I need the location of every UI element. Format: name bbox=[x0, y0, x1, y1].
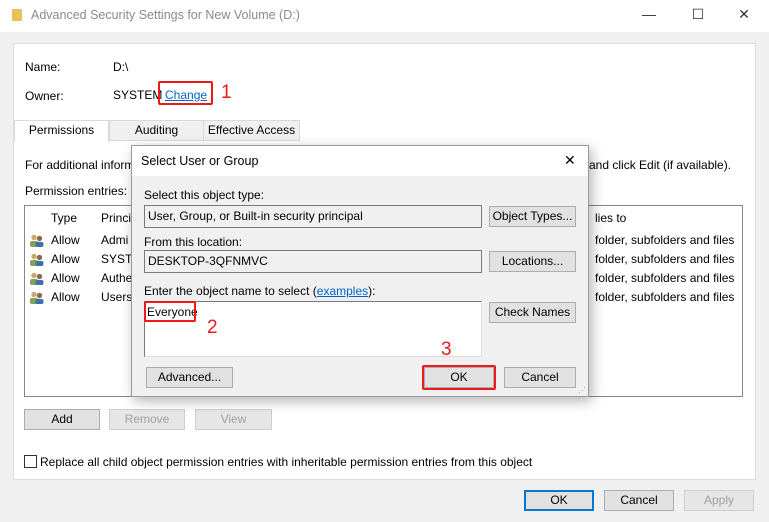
permission-entries-label: Permission entries: bbox=[25, 184, 128, 198]
remove-button[interactable]: Remove bbox=[109, 409, 185, 430]
description-text: For additional inform bbox=[25, 158, 135, 172]
name-label: Name: bbox=[25, 60, 61, 74]
object-name-label: Enter the object name to select (example… bbox=[144, 284, 376, 298]
location-field: DESKTOP-3QFNMVC bbox=[144, 250, 482, 273]
step-number-3: 3 bbox=[441, 339, 452, 360]
check-names-button[interactable]: Check Names bbox=[489, 302, 576, 323]
minimize-button[interactable]: — bbox=[634, 6, 664, 22]
close-button[interactable]: ✕ bbox=[729, 6, 759, 23]
resize-grip-icon[interactable]: ⋰ bbox=[578, 386, 586, 395]
users-icon bbox=[30, 234, 44, 247]
tab-auditing[interactable]: Auditing bbox=[109, 120, 204, 141]
apply-button[interactable]: Apply bbox=[684, 490, 754, 511]
highlight-box-2 bbox=[144, 301, 196, 322]
location-label: From this location: bbox=[144, 235, 243, 249]
tab-permissions[interactable]: Permissions bbox=[14, 120, 109, 142]
dialog-cancel-button[interactable]: Cancel bbox=[504, 367, 576, 388]
object-types-button[interactable]: Object Types... bbox=[489, 206, 576, 227]
tab-effective-access[interactable]: Effective Access bbox=[203, 120, 300, 141]
replace-child-permissions-checkbox[interactable] bbox=[24, 455, 37, 468]
title-bar: Advanced Security Settings for New Volum… bbox=[0, 0, 769, 32]
users-icon bbox=[30, 291, 44, 304]
locations-button[interactable]: Locations... bbox=[489, 251, 576, 272]
highlight-box-3 bbox=[422, 365, 496, 390]
maximize-button[interactable]: ☐ bbox=[683, 6, 713, 23]
ok-button[interactable]: OK bbox=[524, 490, 594, 511]
column-header-applies-to[interactable]: lies to bbox=[595, 209, 626, 228]
examples-link[interactable]: examples bbox=[317, 284, 368, 298]
owner-value: SYSTEM bbox=[113, 88, 163, 102]
column-header-type[interactable]: Type bbox=[51, 209, 77, 228]
window-title: Advanced Security Settings for New Volum… bbox=[31, 8, 300, 22]
dialog-title-bar: Select User or Group ✕ bbox=[132, 146, 588, 176]
view-button[interactable]: View bbox=[195, 409, 272, 430]
column-header-principal[interactable]: Princi bbox=[101, 209, 131, 228]
object-type-field: User, Group, or Built-in security princi… bbox=[144, 205, 482, 228]
dialog-title: Select User or Group bbox=[141, 154, 259, 168]
dialog-close-button[interactable]: ✕ bbox=[564, 152, 576, 169]
cancel-button[interactable]: Cancel bbox=[604, 490, 674, 511]
select-user-or-group-dialog: Select User or Group ✕ Select this objec… bbox=[131, 145, 589, 397]
replace-child-permissions-label: Replace all child object permission entr… bbox=[40, 455, 533, 469]
users-icon bbox=[30, 272, 44, 285]
folder-icon bbox=[12, 9, 22, 21]
users-icon bbox=[30, 253, 44, 266]
object-type-label: Select this object type: bbox=[144, 188, 265, 202]
add-button[interactable]: Add bbox=[24, 409, 100, 430]
step-number-2: 2 bbox=[207, 317, 218, 338]
description-text-end: and click Edit (if available). bbox=[589, 158, 732, 172]
name-value: D:\ bbox=[113, 60, 129, 74]
owner-label: Owner: bbox=[25, 89, 64, 103]
step-number-1: 1 bbox=[221, 82, 232, 103]
advanced-button[interactable]: Advanced... bbox=[146, 367, 233, 388]
change-owner-link[interactable]: Change bbox=[165, 88, 207, 102]
